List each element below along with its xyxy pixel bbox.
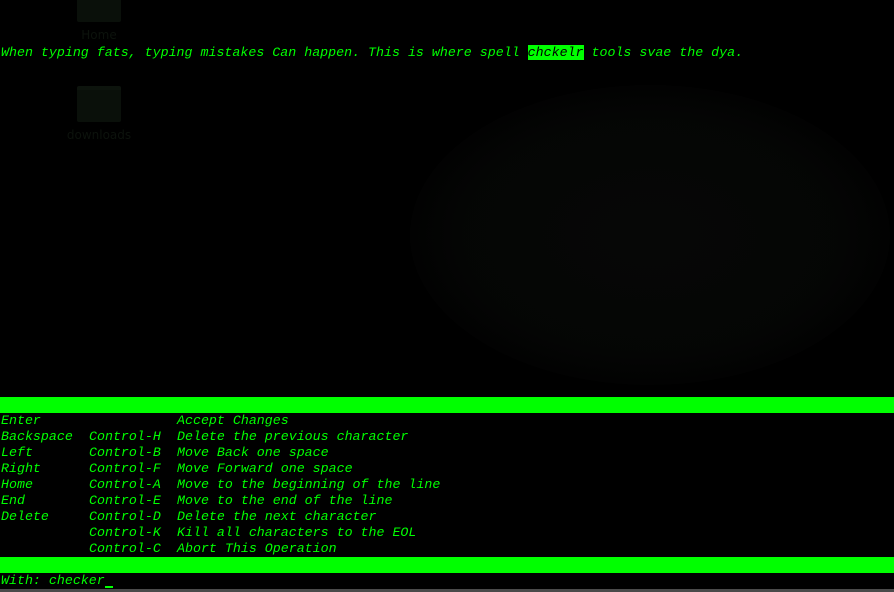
help-ctrl: Control-C (89, 541, 161, 556)
help-top-bar (0, 397, 894, 413)
help-ctrl: Control-E (89, 493, 161, 508)
help-key: Delete (1, 509, 49, 524)
help-bottom-bar (0, 557, 894, 573)
terminal-window[interactable]: When typing fats, typing mistakes Can ha… (0, 0, 894, 588)
editor-text-line[interactable]: When typing fats, typing mistakes Can ha… (1, 45, 743, 61)
help-action: Move to the end of the line (177, 493, 393, 508)
help-action: Accept Changes (177, 413, 289, 428)
help-action: Delete the next character (177, 509, 377, 524)
help-key: Right (1, 461, 41, 476)
help-action: Move to the beginning of the line (177, 477, 441, 492)
prompt-label: With: (1, 573, 49, 588)
help-action: Move Forward one space (177, 461, 353, 476)
help-key: Home (1, 477, 33, 492)
help-ctrl: Control-A (89, 477, 161, 492)
help-ctrl: Control-D (89, 509, 161, 524)
help-action: Kill all characters to the EOL (177, 525, 417, 540)
misspelled-word-highlight[interactable]: chckelr (527, 45, 584, 60)
text-before: When typing fats, typing mistakes Can ha… (1, 45, 528, 60)
help-ctrl: Control-F (89, 461, 161, 476)
help-ctrl: Control-B (89, 445, 161, 460)
help-row: Control-K Kill all characters to the EOL (1, 525, 416, 541)
help-key: Backspace (1, 429, 73, 444)
help-key: Left (1, 445, 33, 460)
help-ctrl: Control-K (89, 525, 161, 540)
help-row: Backspace Control-H Delete the previous ch… (1, 429, 408, 445)
help-action: Move Back one space (177, 445, 329, 460)
help-action: Abort This Operation (177, 541, 337, 556)
help-row: Control-C Abort This Operation (1, 541, 337, 557)
help-key: End (1, 493, 25, 508)
help-row: Left Control-B Move Back one space (1, 445, 329, 461)
help-ctrl: Control-H (89, 429, 161, 444)
help-row: Delete Control-D Delete the next character (1, 509, 377, 525)
help-keybindings-list: Enter Accept Changes Backspace Control-H De… (0, 112, 894, 556)
help-row: Enter Accept Changes (1, 413, 289, 429)
help-key: Enter (1, 413, 41, 428)
help-row: End Control-E Move to the end of the line (1, 493, 392, 509)
replacement-input[interactable]: checker (49, 573, 105, 588)
help-row: Right Control-F Move Forward one space (1, 461, 353, 477)
help-action: Delete the previous character (177, 429, 409, 444)
help-row: Home Control-A Move to the beginning of th… (1, 477, 440, 493)
text-cursor (104, 573, 113, 588)
replacement-prompt[interactable]: With: checker (1, 573, 113, 589)
text-after: tools svae the dya. (583, 45, 744, 60)
